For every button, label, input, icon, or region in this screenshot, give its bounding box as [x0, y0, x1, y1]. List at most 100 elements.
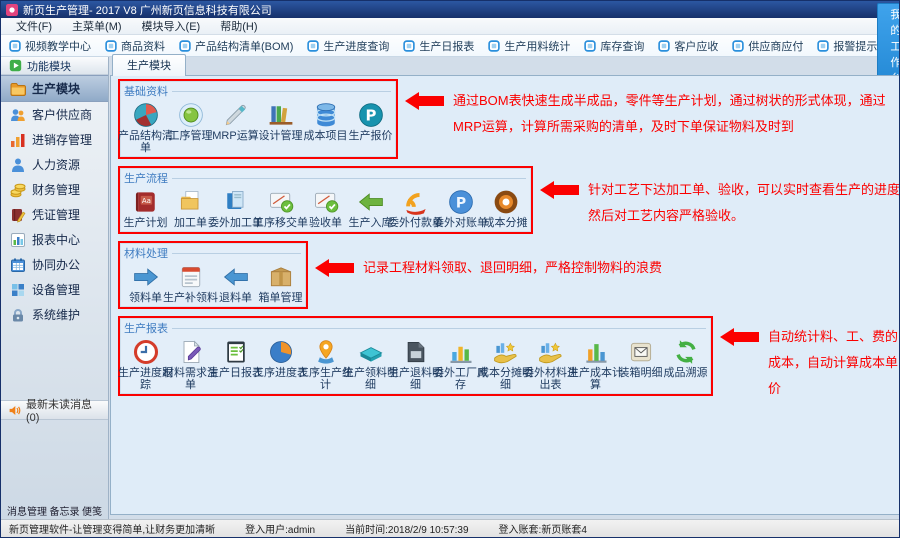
- feature-item-label: 生产报价: [342, 130, 400, 142]
- office-calendar-icon: [10, 257, 26, 273]
- feature-item[interactable]: 箱单管理: [258, 263, 303, 304]
- unread-messages-bar[interactable]: 最新未读消息 (0): [1, 400, 108, 420]
- toolbar-items: 视频教学中心 商品资料产品结构清单(BOM) 生产进度查询生产日报表生产用料统计库存…: [9, 38, 877, 54]
- sidebar-item[interactable]: 设备管理: [1, 277, 108, 302]
- arrow-shaft: [554, 185, 579, 195]
- annotation-text: 通过BOM表快速生成半成品，零件等生产计划，通过树状的形式体现，通过MRP运算，…: [453, 88, 895, 140]
- toolbar-item[interactable]: 库存查询: [584, 38, 644, 54]
- design-books-icon: [267, 101, 295, 129]
- sidebar-item[interactable]: 生产模块: [1, 75, 108, 102]
- app-body: 功能模块 生产模块客户供应商进销存管理人力资源财务管理凭证管理报表中心协同办公设…: [1, 57, 899, 519]
- status-time: 当前时间:2018/2/9 10:57:39: [345, 521, 468, 536]
- red-arrow-left-icon: [405, 92, 444, 110]
- checkbox-icon: [584, 40, 596, 52]
- feature-item[interactable]: 产品结构清单: [123, 101, 168, 154]
- toolbar-item[interactable]: 产品结构清单(BOM): [179, 38, 293, 54]
- process-stat-pin-icon: [312, 338, 340, 366]
- toolbar-item[interactable]: 生产用料统计: [488, 38, 570, 54]
- feature-item-label: 成本分摊: [477, 217, 535, 229]
- svg-text:P: P: [455, 195, 465, 211]
- sidebar-footer-link[interactable]: 消息管理: [7, 503, 47, 518]
- cost-calc-bars-icon: [582, 338, 610, 366]
- feature-item[interactable]: P生产报价: [348, 101, 393, 154]
- toolbar-item[interactable]: 视频教学中心: [9, 38, 91, 54]
- section-title-row: 材料处理: [120, 243, 306, 261]
- section-title-row: 生产流程: [120, 168, 531, 186]
- feature-item[interactable]: MRP运算: [213, 101, 258, 154]
- menu-item[interactable]: 文件(F): [7, 17, 61, 35]
- sidebar-item[interactable]: 进销存管理: [1, 127, 108, 152]
- sidebar: 功能模块 生产模块客户供应商进销存管理人力资源财务管理凭证管理报表中心协同办公设…: [1, 57, 109, 519]
- sidebar-item[interactable]: 协同办公: [1, 252, 108, 277]
- feature-item[interactable]: 工序管理: [168, 101, 213, 154]
- material-out-arrow-icon: [132, 263, 160, 291]
- sidebar-item[interactable]: 系统维护: [1, 302, 108, 327]
- toolbar-item[interactable]: 报警提示: [817, 38, 877, 54]
- arrow-head: [315, 259, 329, 277]
- section-row: 生产流程Aa生产计划加工单委外加工单工序移交单验收单生产入库委外付款单P委外对账…: [118, 166, 900, 234]
- menu-item[interactable]: 帮助(H): [211, 17, 266, 35]
- supplement-form-icon: [177, 263, 205, 291]
- sidebar-item-label: 生产模块: [32, 80, 80, 97]
- carton-box-icon: [267, 263, 295, 291]
- sidebar-item[interactable]: 人力资源: [1, 152, 108, 177]
- section-title-row: 生产报表: [120, 318, 711, 336]
- arrow-shaft: [734, 332, 759, 342]
- menu-item[interactable]: 主菜单(M): [63, 17, 131, 35]
- tab-production-module[interactable]: 生产模块: [112, 54, 186, 76]
- sidebar-item-label: 报表中心: [32, 231, 80, 248]
- section-box: 生产流程Aa生产计划加工单委外加工单工序移交单验收单生产入库委外付款单P委外对账…: [118, 166, 533, 234]
- toolbar-item[interactable]: 生产日报表: [403, 38, 474, 54]
- toolbar-item-label: 生产进度查询: [323, 38, 389, 54]
- checkbox-icon: [403, 40, 415, 52]
- checkbox-icon: [488, 40, 500, 52]
- sidebar-footer-link[interactable]: 备忘录: [50, 503, 80, 518]
- annotation-text: 针对工艺下达加工单、验收，可以实时查看生产的进度，然后对工艺内容严格验收。: [588, 177, 900, 229]
- checkbox-icon: [817, 40, 829, 52]
- voucher-book-icon: [10, 207, 26, 223]
- transfer-form-icon: [267, 188, 295, 216]
- toolbar-item-label: 报警提示: [833, 38, 877, 54]
- sidebar-item-label: 凭证管理: [32, 206, 80, 223]
- menu-item[interactable]: 模块导入(E): [133, 17, 210, 35]
- trace-recycle-icon: [672, 338, 700, 366]
- titlebar: 新页生产管理- 2017 V8 广州新页信息科技有限公司: [1, 1, 899, 18]
- toolbar-item[interactable]: 生产进度查询: [307, 38, 389, 54]
- app-window: 新页生产管理- 2017 V8 广州新页信息科技有限公司 文件(F)主菜单(M)…: [0, 0, 900, 538]
- section-box: 生产报表生产进度跟踪材料需求清单生产日报表工序进度表工序生产统计生产领料明细生产…: [118, 316, 713, 396]
- feature-item[interactable]: 成本分摊: [483, 188, 528, 229]
- sidebar-item[interactable]: 财务管理: [1, 177, 108, 202]
- status-slogan: 新页管理软件-让管理变得简单,让财务更加清晰: [9, 521, 215, 536]
- sidebar-footer-link[interactable]: 便笺: [82, 503, 102, 518]
- statusbar: 新页管理软件-让管理变得简单,让财务更加清晰 登入用户:admin 当前时间:2…: [1, 519, 899, 537]
- annotation-text: 记录工程材料领取、退回明细，严格控制物料的浪费: [363, 255, 793, 281]
- toolbar-item[interactable]: 商品资料: [105, 38, 165, 54]
- toolbar-item[interactable]: 供应商应付: [732, 38, 803, 54]
- toolbar-item-label: 商品资料: [121, 38, 165, 54]
- feature-item[interactable]: 生产成本计算: [573, 338, 618, 391]
- sidebar-item[interactable]: 凭证管理: [1, 202, 108, 227]
- feature-item[interactable]: 生产日报表: [213, 338, 258, 391]
- report-chart-icon: [10, 232, 26, 248]
- daily-report-icon: [222, 338, 250, 366]
- toolbar-item-label: 客户应收: [674, 38, 718, 54]
- feature-item[interactable]: 装箱明细: [618, 338, 663, 391]
- status-user: 登入用户:admin: [245, 521, 315, 536]
- sidebar-item[interactable]: 报表中心: [1, 227, 108, 252]
- folder-icon: [10, 81, 26, 97]
- content-area: 基础资料产品结构清单工序管理MRP运算设计管理成本项目P生产报价通过BOM表快速…: [110, 76, 900, 515]
- feature-item[interactable]: 成本项目: [303, 101, 348, 154]
- sidebar-item[interactable]: 客户供应商: [1, 102, 108, 127]
- section-row: 基础资料产品结构清单工序管理MRP运算设计管理成本项目P生产报价通过BOM表快速…: [118, 79, 900, 159]
- finance-coins-icon: [10, 182, 26, 198]
- inventory-chart-icon: [10, 132, 26, 148]
- bom-pie-icon: [132, 101, 160, 129]
- feature-item[interactable]: 材料需求清单: [168, 338, 213, 391]
- red-arrow-left-icon: [315, 259, 354, 277]
- section-icons: 生产进度跟踪材料需求清单生产日报表工序进度表工序生产统计生产领料明细生产退料明细…: [120, 336, 711, 394]
- feature-item-label: 箱单管理: [252, 292, 310, 304]
- progress-clock-icon: [132, 338, 160, 366]
- feature-item[interactable]: 设计管理: [258, 101, 303, 154]
- feature-item[interactable]: 成品溯源: [663, 338, 708, 391]
- toolbar-item[interactable]: 客户应收: [658, 38, 718, 54]
